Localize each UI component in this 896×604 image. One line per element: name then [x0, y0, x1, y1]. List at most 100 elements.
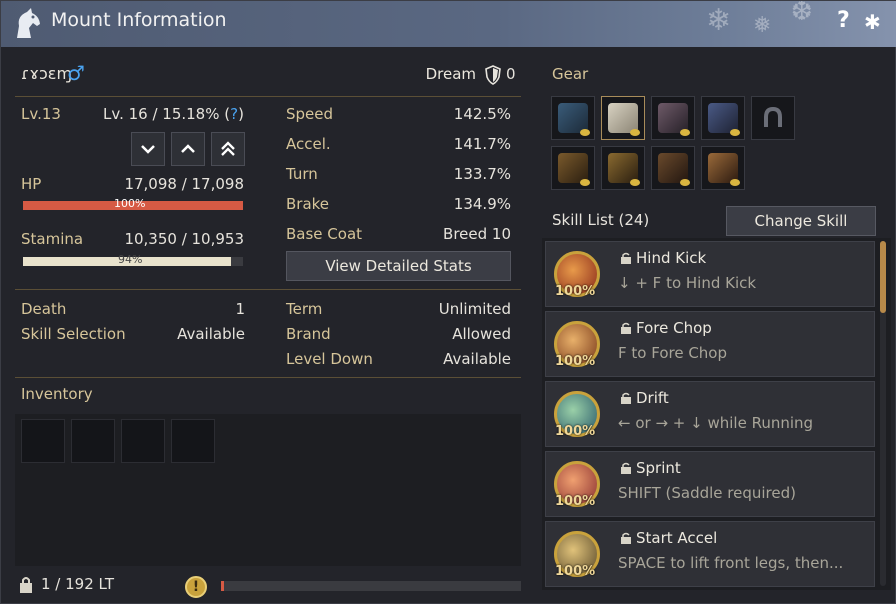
skill-name: Hind Kick: [636, 249, 707, 267]
gear-slot-barding[interactable]: [601, 96, 645, 140]
equipped-indicator: [630, 179, 640, 186]
stat-base-coat-value: Breed 10: [443, 225, 511, 243]
male-gender-icon: ♂: [67, 61, 85, 85]
view-detailed-stats-button[interactable]: View Detailed Stats: [286, 251, 511, 281]
stat-turn-label: Turn: [286, 165, 318, 183]
grade-label: Dream: [425, 65, 476, 83]
inventory-weight: 1 / 192 LT: [41, 575, 114, 593]
level-help-icon[interactable]: ?: [230, 105, 238, 123]
hp-label: HP: [21, 175, 42, 193]
inventory-slot[interactable]: [171, 419, 215, 463]
brand-value: Allowed: [452, 325, 511, 343]
gear-label: Gear: [552, 65, 589, 83]
gear-slot-horseshoe[interactable]: [751, 96, 795, 140]
level-up-button[interactable]: [171, 132, 205, 166]
horseshoe-icon: [764, 106, 782, 127]
skill-item-hind-kick[interactable]: 100% Hind Kick ↓ + F to Hind Kick: [545, 241, 875, 307]
stat-base-coat-label: Base Coat: [286, 225, 363, 243]
grade-value: 0: [506, 65, 516, 83]
gear-slot-costume-stirrups[interactable]: [551, 146, 595, 190]
equipped-indicator: [630, 129, 640, 136]
level-max-button[interactable]: [211, 132, 245, 166]
double-chevron-up-icon: [221, 141, 235, 156]
gear-slot-costume-saddle[interactable]: [701, 146, 745, 190]
equipped-indicator: [730, 179, 740, 186]
equipped-indicator: [580, 179, 590, 186]
chevron-down-icon: [141, 145, 155, 154]
divider: [15, 377, 521, 378]
equipped-indicator: [680, 129, 690, 136]
skill-mastery: 100%: [555, 284, 596, 299]
level-progress-text: Lv. 16 / 15.18% (: [103, 105, 231, 123]
skill-name: Drift: [636, 389, 669, 407]
skill-item-sprint[interactable]: 100% Sprint SHIFT (Saddle required): [545, 451, 875, 517]
skill-mastery: 100%: [555, 354, 596, 369]
divider: [15, 289, 521, 290]
stamina-percent: 94%: [118, 253, 143, 266]
term-label: Term: [286, 300, 323, 318]
gear-slot-horseshoe-armor[interactable]: [651, 96, 695, 140]
skill-mastery: 100%: [555, 564, 596, 579]
mount-information-window: Mount Information ❄ ❅ ❆ ? ✱ ɾɤɔɛɱ ♂ Drea…: [0, 0, 896, 604]
scrollbar-thumb[interactable]: [880, 241, 886, 313]
gear-slot-costume-barding[interactable]: [601, 146, 645, 190]
skill-description: SHIFT (Saddle required): [618, 484, 796, 502]
inventory-slot[interactable]: [121, 419, 165, 463]
level-down-button[interactable]: [131, 132, 165, 166]
skill-list-header: Skill List (24): [552, 211, 650, 229]
brand-label: Brand: [286, 325, 331, 343]
skill-selection-value: Available: [177, 325, 245, 343]
death-value: 1: [235, 300, 245, 318]
equipped-indicator: [680, 179, 690, 186]
stamina-label: Stamina: [21, 230, 84, 248]
equipped-indicator: [580, 129, 590, 136]
level-progress-end: ): [238, 105, 244, 123]
divider: [15, 96, 521, 97]
stat-brake-label: Brake: [286, 195, 330, 213]
lock-icon: [621, 322, 631, 334]
snowflake-decoration-icon: ❅: [753, 13, 772, 38]
skill-mastery: 100%: [555, 494, 596, 509]
shield-icon: [485, 65, 501, 85]
warning-icon[interactable]: !: [185, 576, 207, 598]
skill-item-drift[interactable]: 100% Drift ← or → + ↓ while Running: [545, 381, 875, 447]
skill-item-fore-chop[interactable]: 100% Fore Chop F to Fore Chop: [545, 311, 875, 377]
lock-icon: [621, 532, 631, 544]
skill-list[interactable]: 100% Hind Kick ↓ + F to Hind Kick 100% F…: [542, 238, 891, 590]
stat-speed-label: Speed: [286, 105, 334, 123]
lock-icon: [621, 392, 631, 404]
hp-value: 17,098 / 17,098: [124, 175, 244, 193]
title-bar[interactable]: Mount Information ❄ ❅ ❆ ? ✱: [1, 0, 896, 47]
skill-description: ↓ + F to Hind Kick: [618, 274, 757, 292]
level-label: Lv.13: [21, 105, 61, 123]
stat-brake-value: 134.9%: [453, 195, 511, 213]
mount-name: ɾɤɔɛɱ: [21, 64, 73, 83]
skill-description: F to Fore Chop: [618, 344, 728, 362]
skill-description: ← or → + ↓ while Running: [618, 414, 814, 432]
window-title: Mount Information: [51, 9, 227, 31]
inventory-label: Inventory: [21, 385, 93, 403]
change-skill-button[interactable]: Change Skill: [726, 206, 876, 236]
lock-icon: [621, 462, 631, 474]
skill-mastery: 100%: [555, 424, 596, 439]
help-button[interactable]: ?: [837, 8, 850, 33]
inventory-slot[interactable]: [71, 419, 115, 463]
level-down-value: Available: [443, 350, 511, 368]
level-progress: Lv. 16 / 15.18% (?): [103, 105, 244, 123]
term-value: Unlimited: [438, 300, 511, 318]
gear-slot-saddle[interactable]: [701, 96, 745, 140]
close-button[interactable]: ✱: [864, 10, 881, 34]
inventory-slot[interactable]: [21, 419, 65, 463]
skill-item-start-accel[interactable]: 100% Start Accel SPACE to lift front leg…: [545, 521, 875, 587]
snowflake-decoration-icon: ❆: [791, 0, 813, 27]
weight-icon: [20, 577, 32, 593]
skill-name: Start Accel: [636, 529, 718, 547]
gear-slot-costume-armor[interactable]: [651, 146, 695, 190]
death-label: Death: [21, 300, 67, 318]
gear-slot-stirrups[interactable]: [551, 96, 595, 140]
horse-head-icon: [17, 8, 40, 38]
stat-accel-label: Accel.: [286, 135, 331, 153]
stat-turn-value: 133.7%: [453, 165, 511, 183]
skill-list-scrollbar[interactable]: [880, 241, 886, 586]
skill-description: SPACE to lift front legs, then...: [618, 554, 844, 572]
